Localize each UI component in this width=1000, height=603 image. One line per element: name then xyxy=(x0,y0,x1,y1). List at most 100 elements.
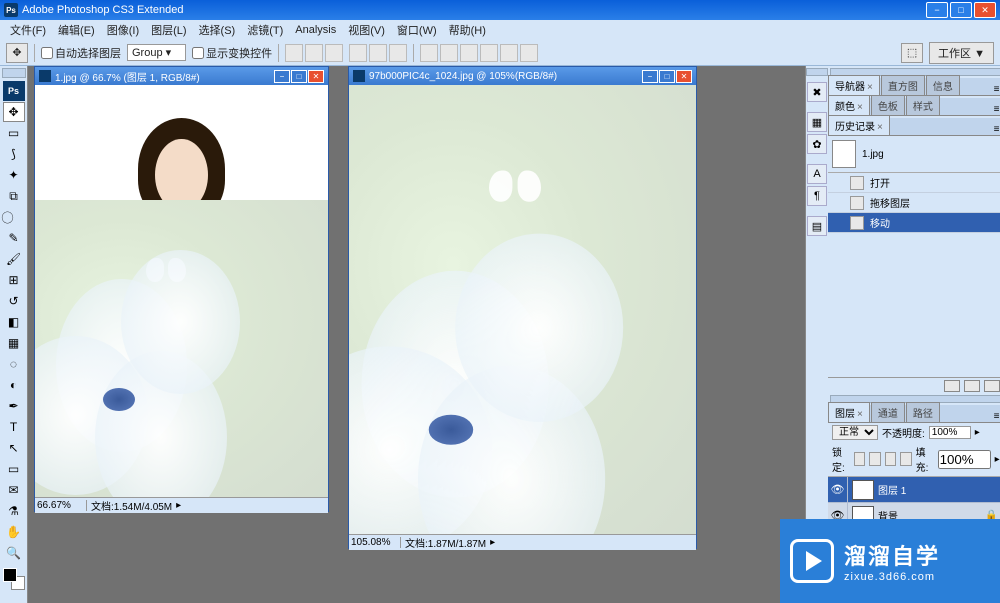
doc2-maximize-button[interactable]: □ xyxy=(659,70,675,83)
doc1-close-button[interactable]: ✕ xyxy=(308,70,324,83)
color-swatches[interactable] xyxy=(3,568,25,590)
eyedrop-tool[interactable]: ⚗ xyxy=(3,501,25,521)
align-hcenter-icon[interactable] xyxy=(369,44,387,62)
hand-tool[interactable]: ✋ xyxy=(3,522,25,542)
lock-all-icon[interactable] xyxy=(900,452,911,466)
menu-edit[interactable]: 编辑(E) xyxy=(54,20,99,40)
panel-menu-icon[interactable]: ≡ xyxy=(990,124,1000,135)
blur-tool[interactable]: ◌ xyxy=(3,354,25,374)
crop-tool[interactable]: ⧉ xyxy=(3,186,25,206)
toolbox-grip[interactable] xyxy=(2,68,26,78)
auto-select-check[interactable]: 自动选择图层 xyxy=(41,45,121,61)
opacity-input[interactable] xyxy=(929,426,971,439)
workspace-icon[interactable]: ⬚ xyxy=(901,43,923,63)
menu-layer[interactable]: 图层(L) xyxy=(147,20,190,40)
doc2-close-button[interactable]: ✕ xyxy=(676,70,692,83)
dodge-tool[interactable]: ◐ xyxy=(3,375,25,395)
doc1-zoom[interactable]: 66.67% xyxy=(37,500,87,511)
lock-paint-icon[interactable] xyxy=(869,452,880,466)
history-brush-tool[interactable]: ↺ xyxy=(3,291,25,311)
shape-tool[interactable]: ▭ xyxy=(3,459,25,479)
align-bottom-icon[interactable] xyxy=(325,44,343,62)
strip-btn-2[interactable]: ▦ xyxy=(807,112,827,132)
fill-arrow-icon[interactable]: ▸ xyxy=(995,454,1000,465)
notes-tool[interactable]: ✉ xyxy=(3,480,25,500)
move-tool-icon[interactable]: ✥ xyxy=(6,43,28,63)
visibility-toggle[interactable]: 👁 xyxy=(828,477,848,503)
align-vcenter-icon[interactable] xyxy=(305,44,323,62)
fill-input[interactable] xyxy=(938,450,991,469)
layer-name[interactable]: 图层 1 xyxy=(878,482,906,497)
align-left-icon[interactable] xyxy=(349,44,367,62)
path-tool[interactable]: ↖ xyxy=(3,438,25,458)
menu-select[interactable]: 选择(S) xyxy=(195,20,240,40)
panel-menu-icon[interactable]: ≡ xyxy=(990,104,1000,115)
heal-tool[interactable]: ✎ xyxy=(3,228,25,248)
opacity-arrow-icon[interactable]: ▸ xyxy=(975,427,980,438)
dist-4-icon[interactable] xyxy=(480,44,498,62)
fg-color-swatch[interactable] xyxy=(3,568,17,582)
menu-filter[interactable]: 滤镜(T) xyxy=(243,20,287,40)
strip-grip[interactable] xyxy=(806,68,828,76)
brush-tool[interactable]: 🖌 xyxy=(3,249,25,269)
show-transform-check[interactable]: 显示变换控件 xyxy=(192,45,272,61)
history-item[interactable]: 打开 xyxy=(828,173,1000,193)
stamp-tool[interactable]: ⊞ xyxy=(3,270,25,290)
tab-swatches[interactable]: 色板 xyxy=(871,95,905,115)
align-top-icon[interactable] xyxy=(285,44,303,62)
workspace-button[interactable]: 工作区 ▼ xyxy=(929,42,994,64)
new-snapshot-button[interactable] xyxy=(944,380,960,392)
doc2-zoom[interactable]: 105.08% xyxy=(351,537,401,548)
history-snapshot-thumb[interactable] xyxy=(832,140,856,168)
dist-1-icon[interactable] xyxy=(420,44,438,62)
menu-file[interactable]: 文件(F) xyxy=(6,20,50,40)
doc1-minimize-button[interactable]: − xyxy=(274,70,290,83)
strip-btn-4[interactable]: A xyxy=(807,164,827,184)
wand-tool[interactable]: ✦ xyxy=(3,165,25,185)
dist-6-icon[interactable] xyxy=(520,44,538,62)
close-button[interactable]: ✕ xyxy=(974,2,996,18)
align-right-icon[interactable] xyxy=(389,44,407,62)
blend-mode-select[interactable]: 正常 xyxy=(832,425,878,440)
tab-histogram[interactable]: 直方图 xyxy=(881,75,925,95)
dist-3-icon[interactable] xyxy=(460,44,478,62)
move-tool[interactable]: ✥ xyxy=(3,102,25,122)
lasso-tool[interactable]: ⟆ xyxy=(3,144,25,164)
delete-button[interactable] xyxy=(984,380,1000,392)
tab-layers[interactable]: 图层× xyxy=(828,402,870,422)
tab-color[interactable]: 颜色× xyxy=(828,95,870,115)
menu-analysis[interactable]: Analysis xyxy=(291,22,340,38)
tab-history[interactable]: 历史记录× xyxy=(828,115,890,135)
lock-move-icon[interactable] xyxy=(885,452,896,466)
menu-window[interactable]: 窗口(W) xyxy=(393,20,441,40)
panel-menu-icon[interactable]: ≡ xyxy=(990,411,1000,422)
zoom-tool[interactable]: 🔍 xyxy=(3,543,25,563)
tab-styles[interactable]: 样式 xyxy=(906,95,940,115)
layer-row[interactable]: 👁 图层 1 xyxy=(828,477,1000,503)
strip-btn-3[interactable]: ✿ xyxy=(807,134,827,154)
history-item[interactable]: 拖移图层 xyxy=(828,193,1000,213)
tab-info[interactable]: 信息 xyxy=(926,75,960,95)
panel-menu-icon[interactable]: ≡ xyxy=(990,84,1000,95)
eraser-tool[interactable]: ◧ xyxy=(3,312,25,332)
doc2-minimize-button[interactable]: − xyxy=(642,70,658,83)
slice-tool[interactable]: ⃝ xyxy=(3,207,25,227)
tab-paths[interactable]: 路径 xyxy=(906,402,940,422)
doc2-canvas[interactable] xyxy=(349,85,696,534)
doc1-titlebar[interactable]: 1.jpg @ 66.7% (图层 1, RGB/8#) − □ ✕ xyxy=(35,67,328,85)
gradient-tool[interactable]: ▦ xyxy=(3,333,25,353)
tab-channels[interactable]: 通道 xyxy=(871,402,905,422)
doc1-maximize-button[interactable]: □ xyxy=(291,70,307,83)
menu-help[interactable]: 帮助(H) xyxy=(445,20,490,40)
doc2-info-arrow[interactable]: ▸ xyxy=(490,537,495,548)
new-doc-button[interactable] xyxy=(964,380,980,392)
dist-2-icon[interactable] xyxy=(440,44,458,62)
doc1-info-arrow[interactable]: ▸ xyxy=(176,500,181,511)
tab-navigator[interactable]: 导航器× xyxy=(828,75,880,95)
marquee-tool[interactable]: ▭ xyxy=(3,123,25,143)
lock-transparent-icon[interactable] xyxy=(854,452,865,466)
strip-btn-5[interactable]: ¶ xyxy=(807,186,827,206)
pen-tool[interactable]: ✒ xyxy=(3,396,25,416)
type-tool[interactable]: T xyxy=(3,417,25,437)
doc1-canvas[interactable] xyxy=(35,85,328,497)
